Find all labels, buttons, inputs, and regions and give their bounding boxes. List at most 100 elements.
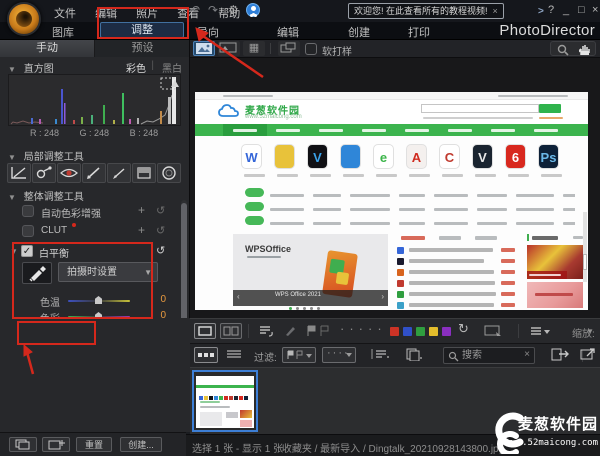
filmstrip-view-button[interactable]	[194, 347, 218, 363]
notification-bubble[interactable]: 欢迎您! 在此查看所有的教程视频! ×	[348, 3, 504, 19]
reset-icon[interactable]: ↺	[156, 224, 165, 237]
paste-adjustments-button[interactable]	[42, 437, 70, 452]
global-tools-header[interactable]: ▼ 整体调整工具	[0, 188, 190, 203]
view-compare-button[interactable]	[218, 41, 240, 56]
soft-proof-checkbox[interactable]	[305, 43, 317, 55]
info-list-icon[interactable]	[256, 323, 278, 339]
dual-view-button[interactable]	[220, 323, 242, 339]
histogram-color-toggle[interactable]: 彩色	[126, 60, 146, 75]
reset-button[interactable]: 重置	[76, 437, 112, 452]
site-list-item	[397, 301, 517, 310]
histogram-r-value: R : 248	[30, 128, 59, 138]
view-single-button[interactable]	[193, 41, 215, 56]
pen-edit-icon[interactable]	[282, 323, 300, 339]
histogram-chart[interactable]	[8, 74, 181, 126]
add-icon[interactable]: +	[138, 223, 145, 237]
list-view-button[interactable]	[224, 347, 246, 363]
rating-dots[interactable]: ·····	[340, 321, 387, 337]
red-eye-tool-icon[interactable]	[57, 163, 81, 183]
settings-gear-icon[interactable]: ⚙	[228, 3, 239, 17]
notification-close-icon[interactable]: ×	[493, 6, 498, 16]
external-edit-icon[interactable]	[578, 347, 600, 363]
color-label-3[interactable]	[429, 327, 438, 336]
stack-icon[interactable]	[402, 347, 426, 363]
filter-rating-dropdown[interactable]: ····	[322, 347, 356, 363]
reset-icon[interactable]: ↺	[156, 244, 165, 257]
clut-row[interactable]: CLUT + ↺	[0, 223, 180, 240]
auto-color-row[interactable]: 自动色彩增强 + ↺	[0, 203, 180, 220]
export-icon[interactable]	[548, 347, 574, 363]
local-tools-header[interactable]: ▼ 局部调整工具	[0, 148, 190, 163]
zoom-pan-group	[550, 41, 596, 56]
clut-checkbox[interactable]	[22, 225, 34, 237]
add-icon[interactable]: +	[138, 203, 145, 217]
minimize-button[interactable]: _	[563, 4, 569, 16]
site-promo-card: WPSOffice WPS Office 2021 ‹ ›	[233, 234, 388, 306]
thumbnail-icon-dot	[199, 396, 203, 400]
color-label-0[interactable]	[390, 327, 399, 336]
text-placeholder	[423, 117, 533, 119]
view-grid-button[interactable]: ▦	[243, 41, 265, 56]
color-label-1[interactable]	[403, 327, 412, 336]
search-box[interactable]: ×	[443, 347, 535, 364]
color-label-2[interactable]	[416, 327, 425, 336]
histogram-bw-toggle[interactable]: 黑白	[162, 60, 182, 75]
tab-edit[interactable]: 编辑	[277, 24, 299, 40]
adjustment-brush-tool-icon[interactable]	[82, 163, 106, 183]
crop-rotate-tool-icon[interactable]	[7, 163, 31, 183]
site-scrollbar	[583, 212, 587, 282]
maximize-button[interactable]: □	[578, 4, 585, 16]
notification-text: 欢迎您! 在此查看所有的教程视频!	[354, 6, 488, 16]
radial-filter-tool-icon[interactable]	[157, 163, 181, 183]
undo-icon[interactable]: ↶	[190, 3, 200, 17]
copy-adjustments-button[interactable]	[9, 437, 37, 452]
close-button[interactable]: ×	[592, 4, 598, 16]
auto-color-checkbox[interactable]	[22, 205, 34, 217]
site-nav-item	[223, 124, 267, 136]
panel-tab-preset[interactable]: 预设	[95, 40, 190, 57]
gradient-mask-tool-icon[interactable]	[132, 163, 156, 183]
rotate-photo-button[interactable]	[278, 41, 300, 56]
list-menu-dropdown[interactable]	[528, 323, 554, 339]
site-app-icon: e	[373, 144, 394, 169]
single-view-button[interactable]	[194, 323, 216, 339]
create-button[interactable]: 创建...	[120, 437, 162, 452]
spot-removal-tool-icon[interactable]	[32, 163, 56, 183]
rotate-left-icon[interactable]: ↻	[458, 321, 469, 337]
search-clear-icon[interactable]: ×	[524, 349, 530, 360]
histogram-header[interactable]: ▼ 直方图 彩色 | 黑白	[0, 60, 190, 75]
filter-flags-dropdown[interactable]	[282, 347, 316, 363]
pan-hand-icon[interactable]	[577, 43, 591, 56]
text-placeholder	[270, 194, 304, 197]
redo-icon[interactable]: ↷	[208, 3, 218, 17]
photo-canvas[interactable]: 麦葱软件园 www.52maicong.com W Ve A C V 6 Ps WPSOff…	[195, 92, 588, 310]
carousel-caption: WPS Office 2021	[275, 292, 321, 298]
tab-guided[interactable]: 导向	[197, 24, 219, 40]
site-list-item	[397, 268, 517, 278]
brush-tool-icon[interactable]	[107, 163, 131, 183]
reset-icon[interactable]: ↺	[156, 204, 165, 217]
viewer-area: ▦ 软打样 麦葱软件园 www.52maicong.com W V e A C …	[190, 40, 600, 318]
collapse-chevron-icon[interactable]: ▼	[8, 65, 16, 74]
zoom-magnifier-icon[interactable]	[556, 44, 570, 56]
tab-library[interactable]: 图库	[52, 24, 74, 40]
sort-menu-icon[interactable]	[368, 347, 394, 363]
text-placeholder	[350, 194, 390, 197]
text-placeholder	[508, 174, 529, 177]
thumbnail-icon-dot	[219, 396, 223, 400]
tab-create[interactable]: 创建	[348, 24, 370, 40]
panel-tab-manual[interactable]: 手动	[0, 40, 95, 57]
tab-print[interactable]: 打印	[408, 24, 430, 40]
flag-icons[interactable]	[304, 323, 334, 339]
collapse-chevron-icon[interactable]: ▼	[8, 193, 16, 202]
user-account-icon[interactable]	[246, 3, 260, 17]
chevron-down-icon[interactable]: ▼	[586, 327, 594, 336]
filmstrip-thumbnail-selected[interactable]	[192, 370, 258, 432]
site-search-input	[421, 104, 539, 113]
collapse-chevron-icon[interactable]: ▼	[8, 153, 16, 162]
help-button[interactable]: ?	[548, 4, 554, 16]
search-input[interactable]	[462, 349, 518, 362]
color-label-4[interactable]	[442, 327, 451, 336]
menu-file[interactable]: 文件	[54, 5, 76, 21]
show-on-screen-icon[interactable]	[482, 323, 506, 339]
